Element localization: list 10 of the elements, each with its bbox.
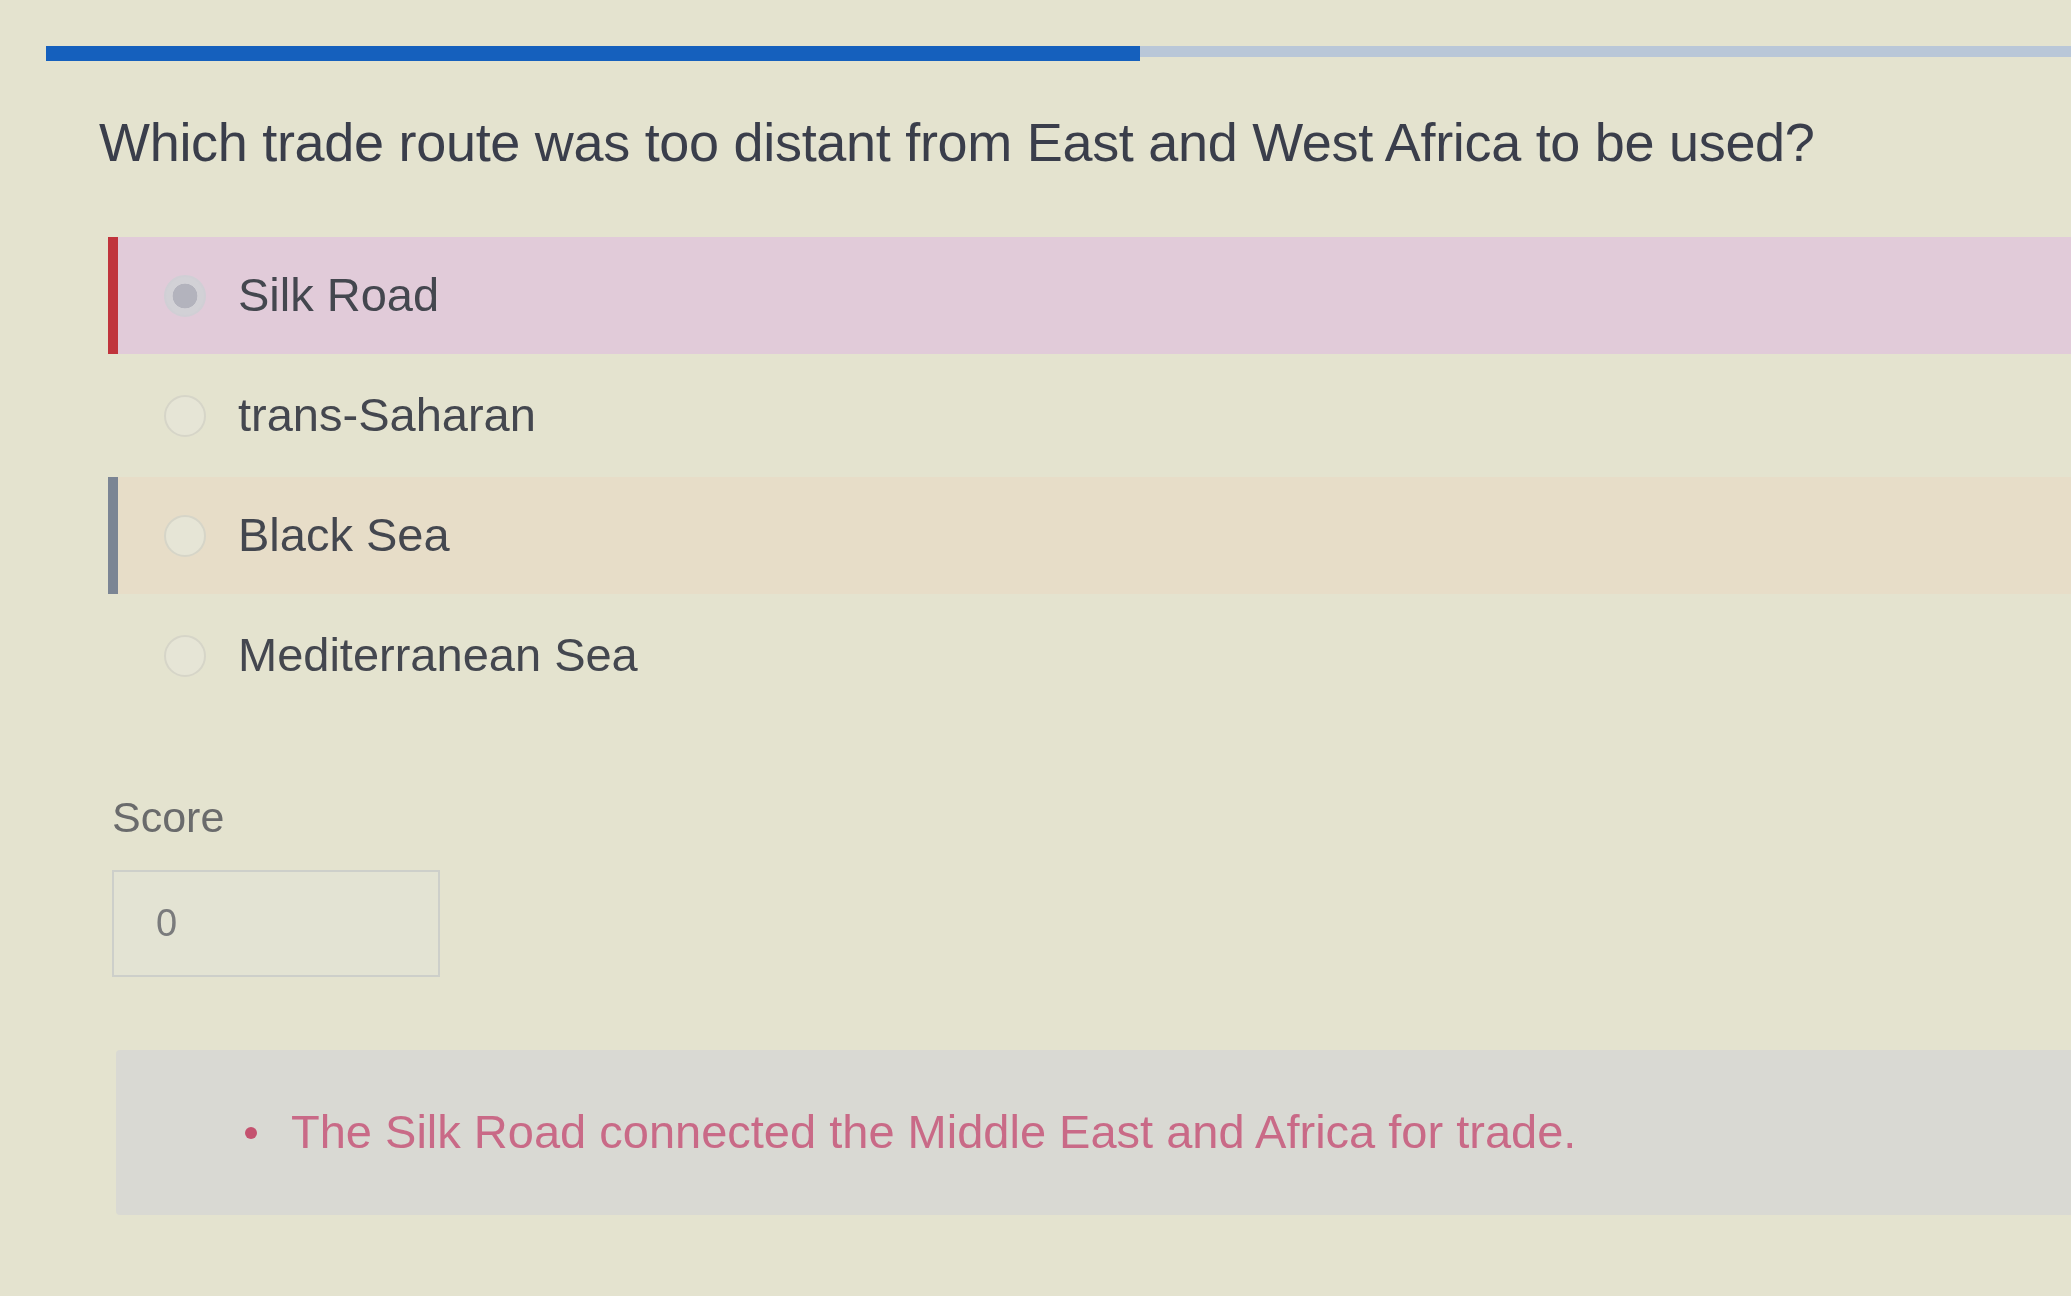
option-label[interactable]: Black Sea xyxy=(238,507,450,564)
option-label[interactable]: Mediterranean Sea xyxy=(238,627,638,684)
bullet-icon xyxy=(245,1126,257,1139)
question-text: Which trade route was too distant from East and West Africa to be used? xyxy=(99,111,1815,173)
score-label: Score xyxy=(112,792,225,842)
score-field: 0 xyxy=(112,870,440,977)
radio-button[interactable] xyxy=(164,274,206,317)
option-label[interactable]: trans-Saharan xyxy=(238,387,536,444)
feedback-text: The Silk Road connected the Middle East and Africa for trade. xyxy=(291,1104,1577,1161)
option-label[interactable]: Silk Road xyxy=(238,267,440,324)
